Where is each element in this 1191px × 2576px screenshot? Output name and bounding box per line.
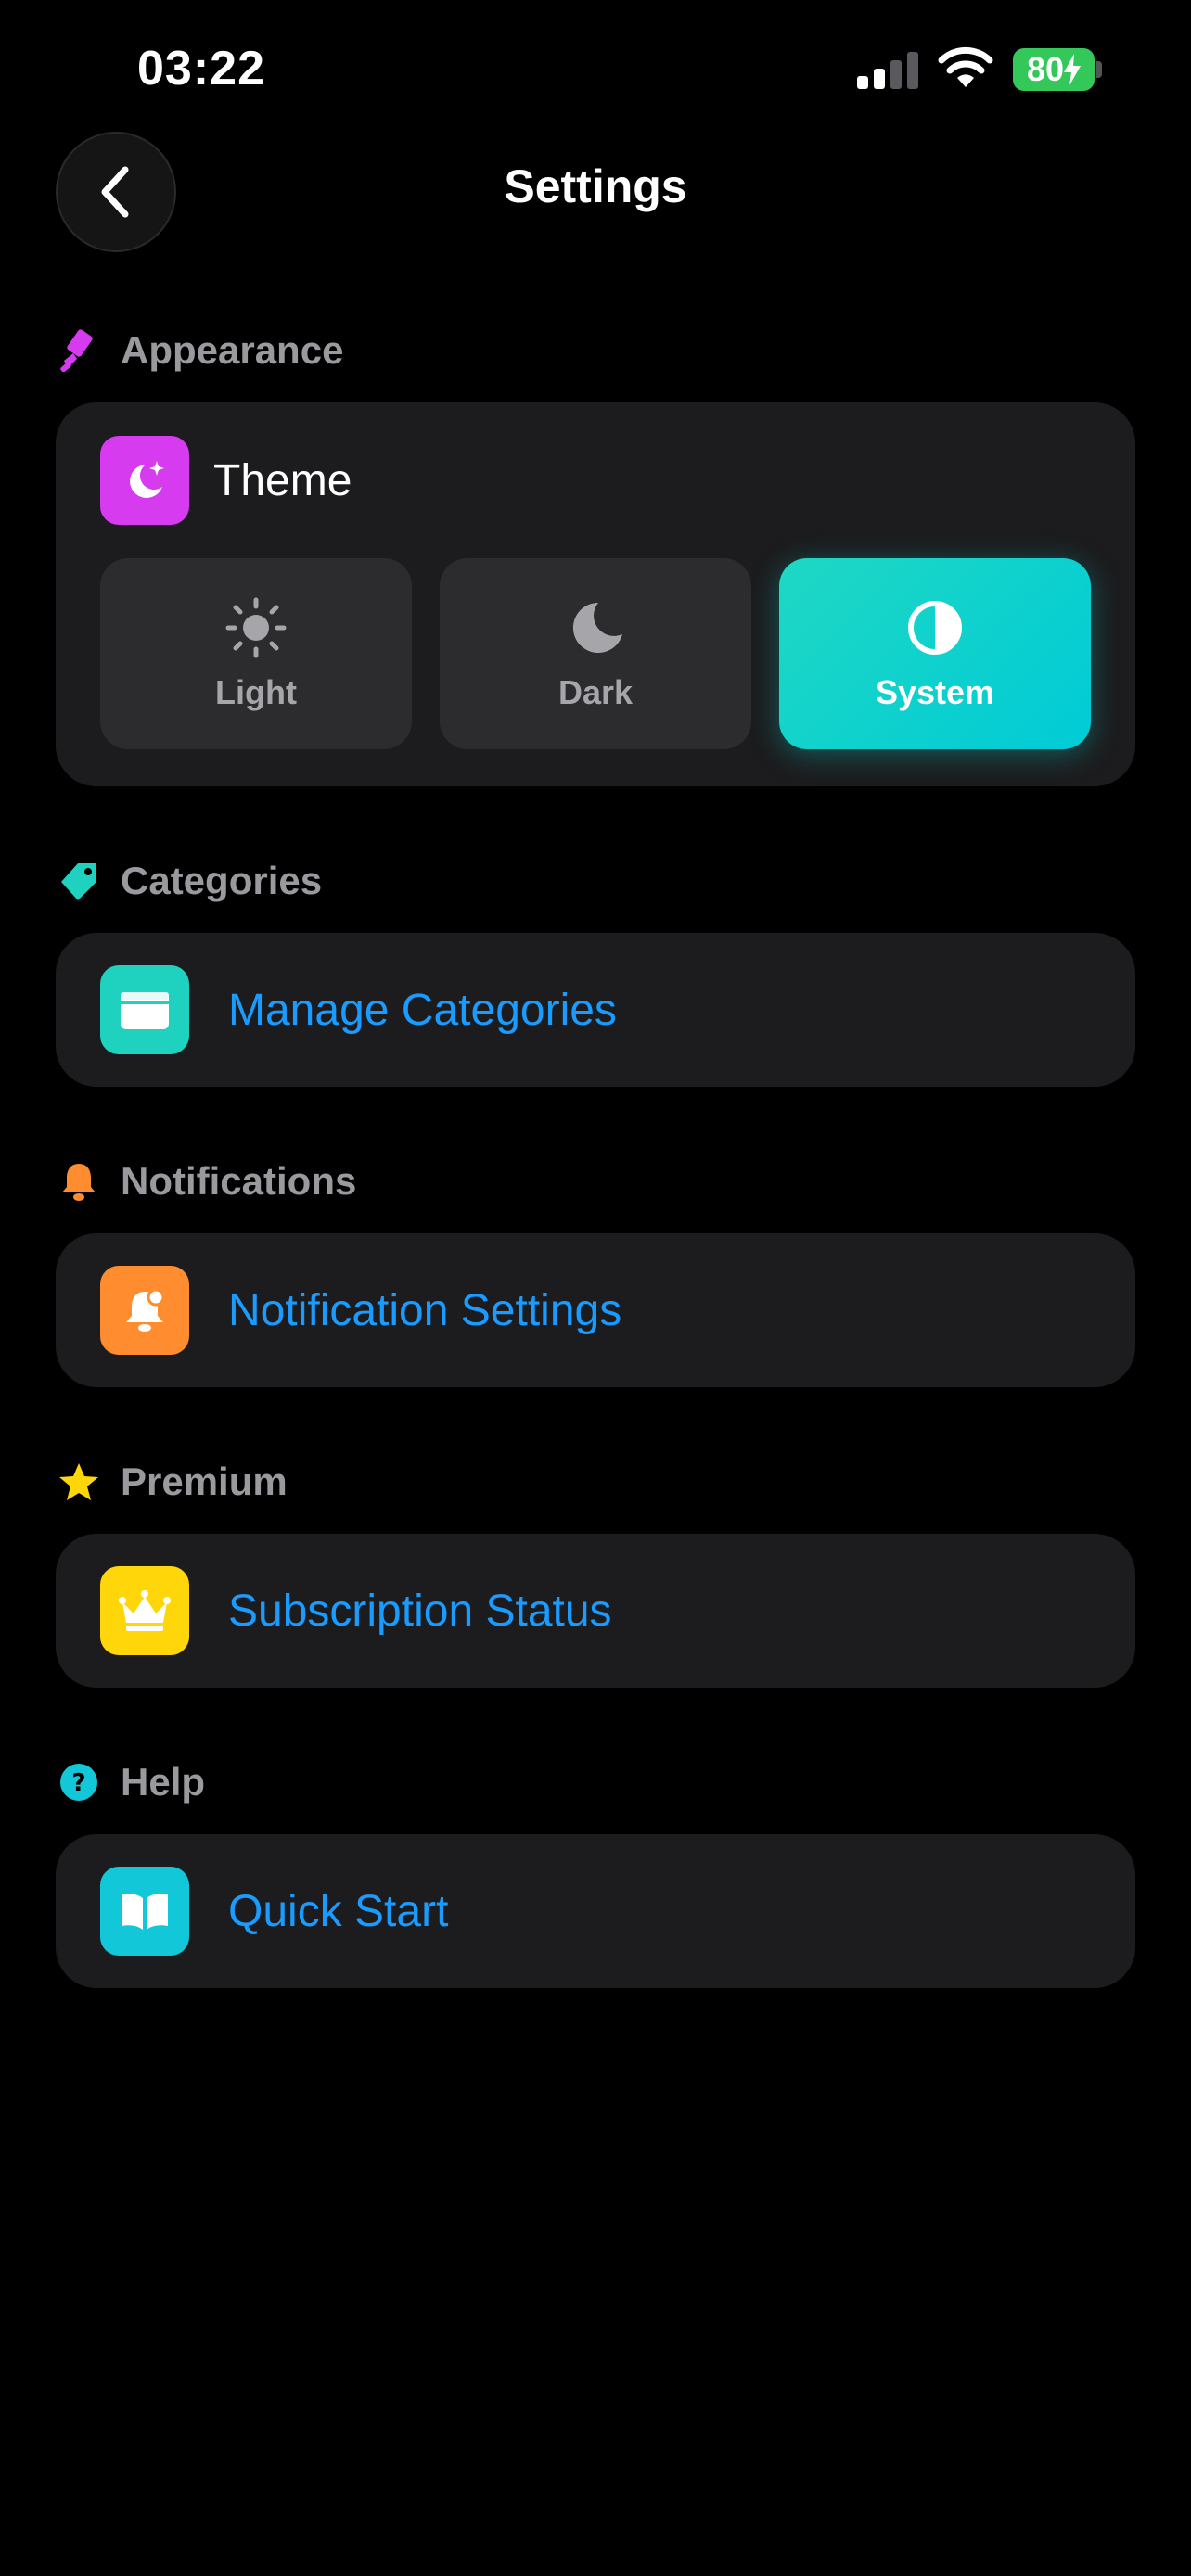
battery-indicator: 80 [1013, 48, 1102, 91]
status-bar: 03:22 80 [0, 0, 1191, 139]
section-header-appearance: Appearance [58, 325, 343, 376]
theme-option-label: Light [215, 673, 297, 711]
theme-option-light[interactable]: Light [100, 558, 412, 749]
theme-label: Theme [213, 455, 352, 505]
star-icon [58, 1460, 100, 1503]
row-content: Quick Start [100, 1834, 448, 1988]
question-circle-icon: ? [58, 1761, 100, 1804]
theme-option-label: System [875, 673, 995, 711]
theme-header: Theme [100, 436, 352, 525]
section-label: Appearance [121, 328, 344, 372]
page-title: Settings [504, 160, 687, 212]
theme-option-dark[interactable]: Dark [440, 558, 751, 749]
row-content: Subscription Status [100, 1534, 612, 1688]
section-label: Help [121, 1760, 206, 1804]
section-header-help: ? Help [58, 1756, 205, 1808]
section-label: Premium [121, 1460, 288, 1503]
status-time: 03:22 [137, 42, 265, 96]
bell-icon [58, 1160, 100, 1203]
row-content: Manage Categories [100, 933, 617, 1087]
battery-tip [1096, 61, 1102, 78]
battery-percent: 80 [1026, 50, 1065, 88]
row-label: Quick Start [228, 1886, 449, 1936]
row-label: Subscription Status [228, 1586, 612, 1636]
svg-text:?: ? [71, 1769, 85, 1797]
appearance-card: Theme Light Dark System [56, 402, 1135, 786]
sun-icon [224, 595, 288, 660]
section-header-notifications: Notifications [58, 1155, 356, 1207]
section-header-premium: Premium [58, 1456, 288, 1508]
crown-icon [100, 1566, 189, 1655]
theme-option-label: Dark [557, 673, 634, 711]
half-circle-icon [903, 595, 967, 660]
tag-icon [58, 860, 100, 902]
bell-badge-icon [100, 1266, 189, 1355]
theme-option-system[interactable]: System [779, 558, 1091, 749]
charging-bolt-icon [1064, 54, 1082, 85]
moon-stars-icon [100, 436, 189, 525]
battery-level: 80 [1013, 48, 1095, 91]
section-header-categories: Categories [58, 855, 322, 907]
row-label: Manage Categories [228, 985, 617, 1035]
manage-categories-row[interactable]: Manage Categories [56, 933, 1135, 1087]
row-content: Notification Settings [100, 1233, 621, 1387]
wifi-icon [938, 46, 993, 87]
moon-icon [563, 595, 628, 660]
row-label: Notification Settings [228, 1285, 622, 1335]
folder-icon [100, 965, 189, 1054]
notification-settings-row[interactable]: Notification Settings [56, 1233, 1135, 1387]
quick-start-row[interactable]: Quick Start [56, 1834, 1135, 1988]
subscription-status-row[interactable]: Subscription Status [56, 1534, 1135, 1688]
book-icon [100, 1867, 189, 1956]
section-label: Categories [121, 859, 323, 902]
section-label: Notifications [121, 1159, 357, 1203]
paint-brush-icon [58, 329, 100, 372]
cellular-signal-icon [857, 52, 918, 89]
